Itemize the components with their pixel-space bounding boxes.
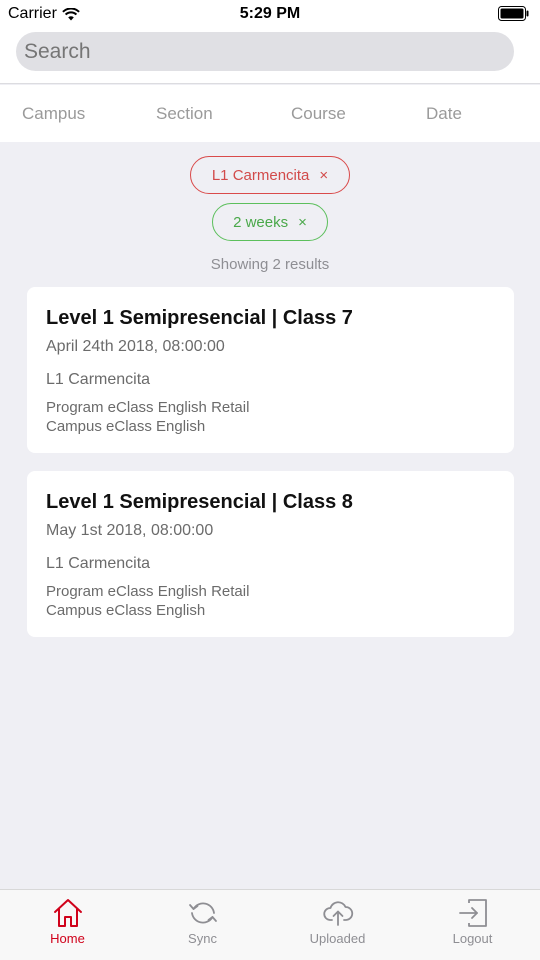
close-icon[interactable]: × (298, 214, 307, 231)
filter-course[interactable]: Course (291, 104, 346, 124)
filter-chip-date[interactable]: 2 weeks × (212, 203, 328, 241)
class-title: Level 1 Semipresencial | Class 8 (46, 491, 353, 513)
home-icon (53, 899, 82, 927)
search-input[interactable] (16, 32, 514, 71)
status-bar: Carrier 5:29 PM (0, 0, 540, 28)
results-count: Showing 2 results (210, 256, 330, 273)
tab-home[interactable]: Home (0, 890, 135, 960)
class-campus: Campus eClass English (46, 418, 206, 435)
tab-label: Home (50, 931, 85, 946)
filter-bar: Campus Section Course Date (0, 85, 540, 142)
class-card[interactable]: Level 1 Semipresencial | Class 7 April 2… (27, 287, 514, 453)
class-title: Level 1 Semipresencial | Class 7 (46, 307, 353, 329)
class-card[interactable]: Level 1 Semipresencial | Class 8 May 1st… (27, 471, 514, 637)
status-time: 5:29 PM (239, 5, 301, 22)
chip-label: L1 Carmencita (211, 166, 310, 184)
top-bar: Carrier 5:29 PM (0, 0, 540, 84)
sync-icon (188, 902, 217, 924)
class-date: May 1st 2018, 08:00:00 (46, 522, 214, 539)
tab-sync[interactable]: Sync (135, 890, 270, 960)
class-program: Program eClass English Retail (46, 583, 250, 600)
class-date: April 24th 2018, 08:00:00 (46, 338, 225, 355)
class-course: L1 Carmencita (46, 371, 151, 388)
filter-campus[interactable]: Campus (22, 104, 85, 124)
class-course: L1 Carmencita (46, 555, 151, 572)
battery-icon (498, 6, 529, 21)
cloud-upload-icon (322, 901, 353, 926)
close-icon[interactable]: × (319, 167, 328, 184)
tab-logout[interactable]: Logout (405, 890, 540, 960)
logout-icon (458, 899, 487, 927)
class-campus: Campus eClass English (46, 602, 206, 619)
filter-section[interactable]: Section (156, 104, 213, 124)
tab-label: Uploaded (309, 931, 366, 946)
filter-date[interactable]: Date (426, 104, 462, 124)
filter-chip-course[interactable]: L1 Carmencita × (190, 156, 350, 194)
class-program: Program eClass English Retail (46, 399, 250, 416)
tab-uploaded[interactable]: Uploaded (270, 890, 405, 960)
tab-label: Sync (188, 931, 217, 946)
chip-label: 2 weeks (233, 213, 289, 231)
tab-bar: Home Sync Uploaded Logout (0, 889, 540, 960)
tab-label: Logout (452, 931, 493, 946)
